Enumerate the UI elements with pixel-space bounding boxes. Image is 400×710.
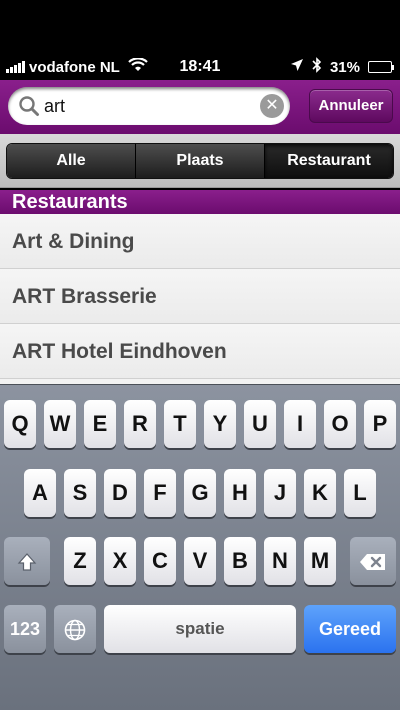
key-z[interactable]: Z — [64, 537, 96, 585]
segment-all[interactable]: Alle — [7, 144, 136, 178]
globe-icon — [63, 616, 87, 641]
key-w[interactable]: W — [44, 400, 76, 448]
status-bar: vodafone NL 18:41 31% — [0, 0, 400, 80]
numbers-key[interactable]: 123 — [4, 605, 46, 653]
location-icon — [290, 58, 304, 76]
bluetooth-icon — [312, 57, 322, 77]
key-x[interactable]: X — [104, 537, 136, 585]
search-icon — [18, 95, 40, 122]
key-q[interactable]: Q — [4, 400, 36, 448]
segment-restaurant[interactable]: Restaurant — [265, 144, 393, 178]
backspace-icon — [359, 548, 387, 573]
keyboard: Q W E R T Y U I O P A S D F G H J K L Z … — [0, 384, 400, 710]
search-bar: art ✕ Annuleer — [0, 80, 400, 134]
shift-icon — [17, 548, 37, 573]
battery-icon — [368, 61, 394, 73]
key-i[interactable]: I — [284, 400, 316, 448]
key-m[interactable]: M — [304, 537, 336, 585]
key-t[interactable]: T — [164, 400, 196, 448]
key-n[interactable]: N — [264, 537, 296, 585]
backspace-key[interactable] — [350, 537, 396, 585]
key-c[interactable]: C — [144, 537, 176, 585]
done-key[interactable]: Gereed — [304, 605, 396, 653]
search-query[interactable]: art — [44, 87, 65, 125]
battery-percent: 31% — [329, 58, 360, 76]
filter-bar: Alle Plaats Restaurant — [0, 134, 400, 188]
key-b[interactable]: B — [224, 537, 256, 585]
clear-icon[interactable]: ✕ — [260, 94, 284, 118]
key-r[interactable]: R — [124, 400, 156, 448]
section-header: Restaurants — [0, 190, 400, 214]
key-p[interactable]: P — [364, 400, 396, 448]
results-list: Art & Dining ART Brasserie ART Hotel Ein… — [0, 214, 400, 384]
key-o[interactable]: O — [324, 400, 356, 448]
key-s[interactable]: S — [64, 469, 96, 517]
key-l[interactable]: L — [344, 469, 376, 517]
list-item[interactable]: Art & Dining — [0, 214, 400, 269]
key-y[interactable]: Y — [204, 400, 236, 448]
key-a[interactable]: A — [24, 469, 56, 517]
search-input[interactable]: art ✕ — [8, 87, 290, 125]
segment-place[interactable]: Plaats — [136, 144, 265, 178]
key-j[interactable]: J — [264, 469, 296, 517]
key-e[interactable]: E — [84, 400, 116, 448]
shift-key[interactable] — [4, 537, 50, 585]
key-g[interactable]: G — [184, 469, 216, 517]
key-h[interactable]: H — [224, 469, 256, 517]
list-item[interactable]: ART Hotel Eindhoven — [0, 324, 400, 379]
space-key[interactable]: spatie — [104, 605, 296, 653]
cancel-button[interactable]: Annuleer — [309, 89, 393, 123]
key-f[interactable]: F — [144, 469, 176, 517]
key-d[interactable]: D — [104, 469, 136, 517]
globe-key[interactable] — [54, 605, 96, 653]
key-k[interactable]: K — [304, 469, 336, 517]
list-item[interactable]: ART Brasserie — [0, 269, 400, 324]
segmented-control: Alle Plaats Restaurant — [6, 143, 394, 179]
key-u[interactable]: U — [244, 400, 276, 448]
key-v[interactable]: V — [184, 537, 216, 585]
